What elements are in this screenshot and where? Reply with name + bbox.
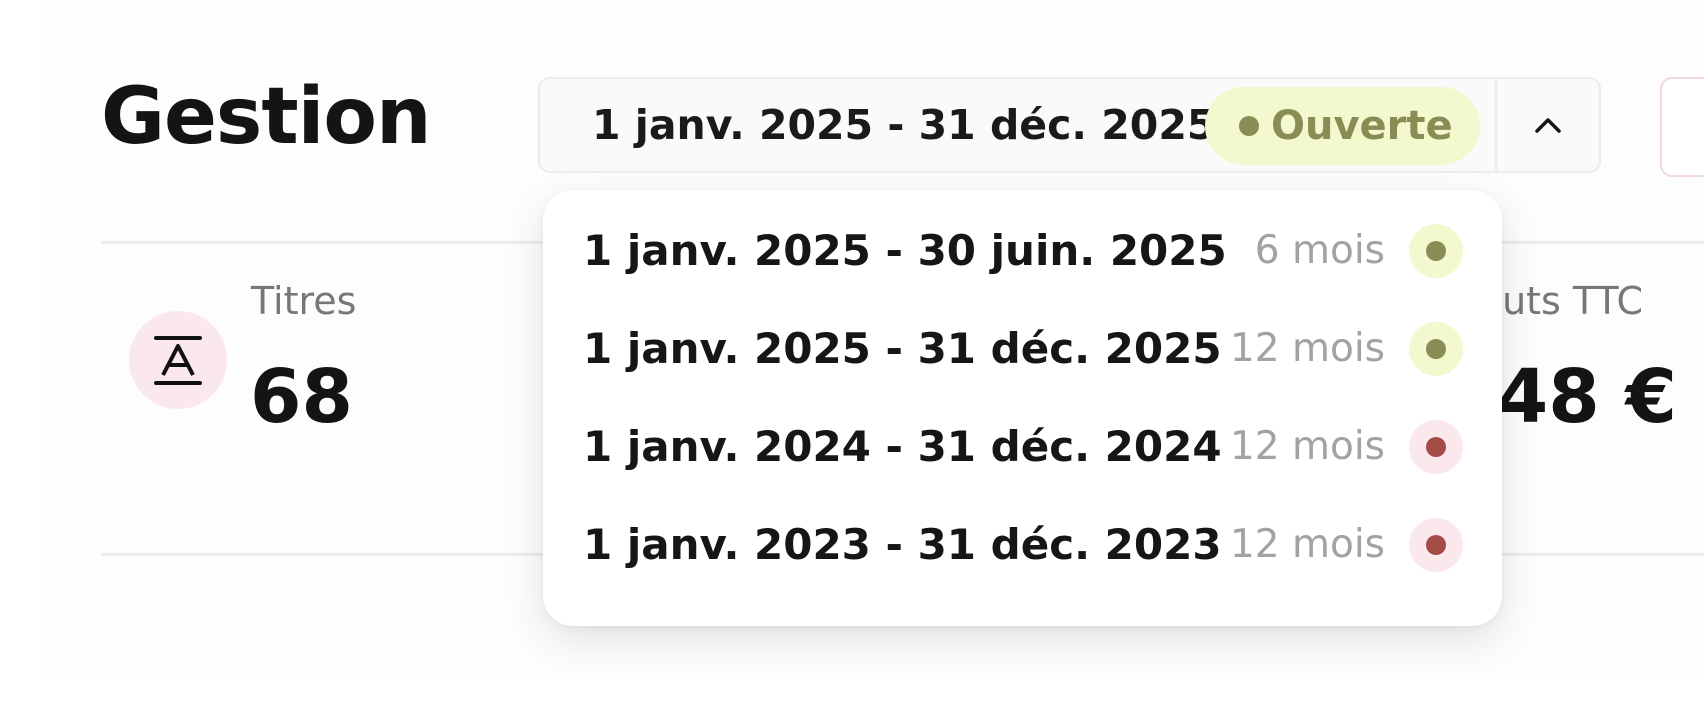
status-dot-icon <box>1426 437 1446 457</box>
status-badge: Ouverte <box>1205 87 1480 165</box>
status-open-badge <box>1409 224 1463 278</box>
titles-stat-label: Titres <box>251 279 357 323</box>
status-dot-icon <box>1239 116 1259 136</box>
dropdown-item-period: 1 janv. 2023 - 31 déc. 2023 <box>583 520 1222 569</box>
dropdown-item[interactable]: 1 janv. 2024 - 31 déc. 2024 12 mois <box>543 398 1502 496</box>
dropdown-item-period: 1 janv. 2025 - 30 juin. 2025 <box>583 226 1227 275</box>
dropdown-item-period: 1 janv. 2024 - 31 déc. 2024 <box>583 422 1222 471</box>
status-label: Ouverte <box>1271 103 1453 149</box>
status-dot-icon <box>1426 339 1446 359</box>
period-dropdown-menu: 1 janv. 2025 - 30 juin. 2025 6 mois 1 ja… <box>543 190 1502 626</box>
dropdown-item-duration: 12 mois <box>1229 424 1385 469</box>
period-selector[interactable]: 1 janv. 2025 - 31 déc. 2025 Ouverte <box>538 77 1601 173</box>
dropdown-item-duration: 6 mois <box>1254 228 1385 273</box>
dropdown-item[interactable]: 1 janv. 2023 - 31 déc. 2023 12 mois <box>543 496 1502 594</box>
text-a-icon <box>154 336 202 385</box>
status-closed-badge <box>1409 420 1463 474</box>
period-toggle-button[interactable] <box>1497 79 1599 171</box>
action-button[interactable] <box>1660 77 1704 177</box>
status-open-badge <box>1409 322 1463 376</box>
costs-stat-value: 48 € <box>1496 354 1677 440</box>
dropdown-item-duration: 12 mois <box>1229 522 1385 567</box>
titles-stat-value: 68 <box>250 354 353 440</box>
selected-period[interactable]: 1 janv. 2025 - 31 déc. 2025 <box>592 79 1215 171</box>
chevron-up-icon <box>1535 118 1561 133</box>
page-title: Gestion <box>101 72 431 162</box>
titles-stat-icon <box>129 311 227 409</box>
status-dot-icon <box>1426 241 1446 261</box>
dropdown-item[interactable]: 1 janv. 2025 - 30 juin. 2025 6 mois <box>543 202 1502 300</box>
status-closed-badge <box>1409 518 1463 572</box>
dropdown-item[interactable]: 1 janv. 2025 - 31 déc. 2025 12 mois <box>543 300 1502 398</box>
dropdown-item-duration: 12 mois <box>1229 326 1385 371</box>
costs-stat-label: uts TTC <box>1502 279 1643 323</box>
dropdown-item-period: 1 janv. 2025 - 31 déc. 2025 <box>583 324 1222 373</box>
status-dot-icon <box>1426 535 1446 555</box>
